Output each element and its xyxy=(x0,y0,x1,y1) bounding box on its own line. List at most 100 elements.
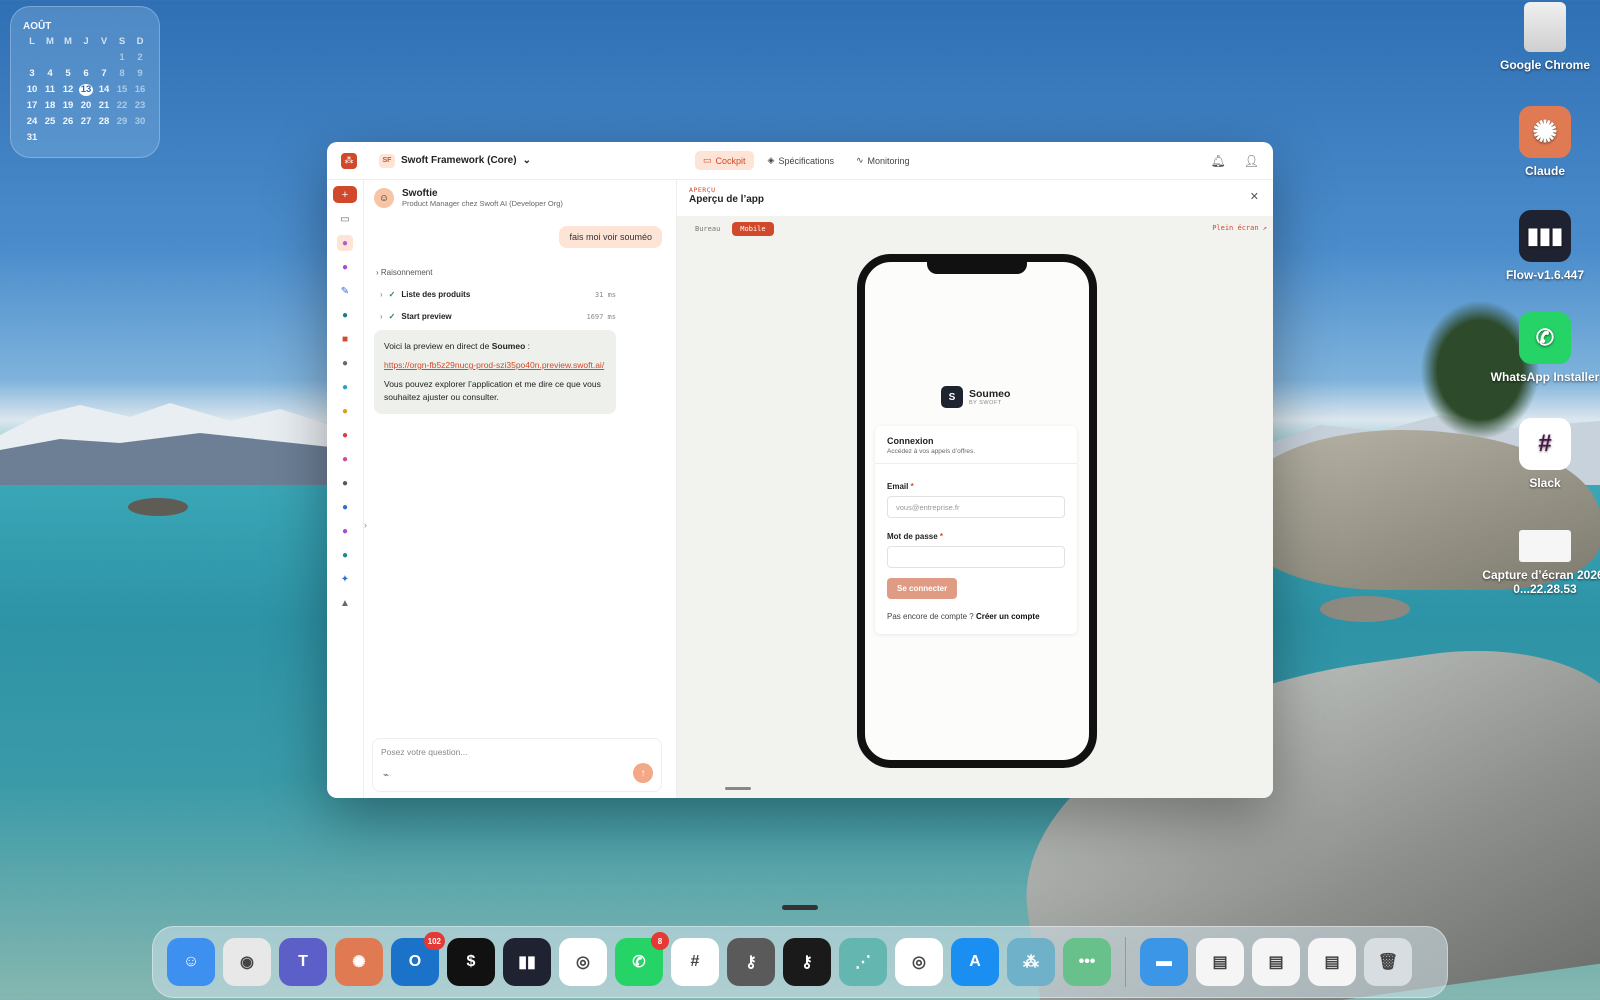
calendar-widget[interactable]: AOÛT L M M J V S D 1 2 3 4 5 6 7 8 9 10 11 12 13 14 15 16 17 18 1… xyxy=(10,6,160,158)
calendar-day[interactable]: 17 xyxy=(23,100,41,112)
calendar-day[interactable]: 19 xyxy=(59,100,77,112)
dock-camera[interactable]: ◉ xyxy=(223,938,271,986)
dock-flow[interactable]: ▮▮ xyxy=(503,938,551,986)
calendar-day[interactable]: 1 xyxy=(113,52,131,64)
desktop-icon-whatsapp[interactable]: ✆ WhatsApp Installer xyxy=(1490,312,1600,384)
calendar-day[interactable]: 13 xyxy=(79,84,93,96)
calendar-day[interactable]: 18 xyxy=(41,100,59,112)
dock-claude[interactable]: ✺ xyxy=(335,938,383,986)
collapse-panel-chevron-icon[interactable]: › xyxy=(364,520,367,530)
dock-slack[interactable]: # xyxy=(671,938,719,986)
calendar-day[interactable]: 16 xyxy=(131,84,149,96)
compass-icon[interactable]: ● xyxy=(337,307,353,323)
close-icon[interactable]: ✕ xyxy=(1250,190,1259,203)
calendar-day[interactable]: 28 xyxy=(95,116,113,128)
chat-input[interactable]: Posez votre question... xyxy=(381,747,653,757)
compass-purple-icon[interactable]: ● xyxy=(337,523,353,539)
dock-window-thumb[interactable]: ▤ xyxy=(1308,938,1356,986)
calendar-day[interactable]: 25 xyxy=(41,116,59,128)
bell-icon[interactable]: 🔔︎ xyxy=(1211,154,1226,168)
desktop-icon-chrome[interactable]: Google Chrome xyxy=(1490,2,1600,72)
desktop-icon-slack[interactable]: # Slack xyxy=(1490,418,1600,490)
calendar-day[interactable]: 24 xyxy=(23,116,41,128)
calendar-day[interactable]: 12 xyxy=(59,84,77,96)
calendar-day[interactable]: 20 xyxy=(77,100,95,112)
email-field[interactable]: vous@entreprise.fr xyxy=(887,496,1065,518)
calendar-day[interactable]: 4 xyxy=(41,68,59,80)
dock-keys[interactable]: ⚷ xyxy=(727,938,775,986)
wrench-icon[interactable]: ✎ xyxy=(337,283,353,299)
tab-monitoring[interactable]: ∿ Monitoring xyxy=(848,151,918,170)
dock-trash[interactable]: 🗑︎ xyxy=(1364,938,1412,986)
desktop-icon-claude[interactable]: ✺ Claude xyxy=(1490,106,1600,178)
palette-red-icon[interactable]: ● xyxy=(337,427,353,443)
dock-folder[interactable]: ▬ xyxy=(1140,938,1188,986)
dock-appstore[interactable]: A xyxy=(951,938,999,986)
desktop-icon-flow[interactable]: ▮▮▮ Flow-v1.6.447 xyxy=(1490,210,1600,282)
calendar-day[interactable]: 30 xyxy=(131,116,149,128)
signup-link[interactable]: Créer un compte xyxy=(976,612,1040,621)
calendar-day[interactable]: 7 xyxy=(95,68,113,80)
tool-step[interactable]: › ✓ Liste des produits 31 ms xyxy=(380,290,616,299)
product-icon[interactable]: ● xyxy=(337,259,353,275)
calendar-day[interactable]: 9 xyxy=(131,68,149,80)
calendar-day[interactable]: 11 xyxy=(41,84,59,96)
dock-finder[interactable]: ☺ xyxy=(167,938,215,986)
calendar-day[interactable]: 2 xyxy=(131,52,149,64)
dock-outlook[interactable]: O 102 xyxy=(391,932,445,986)
calendar-day[interactable]: 3 xyxy=(23,68,41,80)
dock-window-thumb[interactable]: ▤ xyxy=(1196,938,1244,986)
cube-icon[interactable]: ■ xyxy=(337,331,353,347)
calendar-day[interactable]: 29 xyxy=(113,116,131,128)
app-logo-icon[interactable]: ⁂ xyxy=(341,152,357,169)
calendar-day[interactable]: 22 xyxy=(113,100,131,112)
calendar-day[interactable]: 6 xyxy=(77,68,95,80)
desktop-icon-screenshot[interactable]: Capture d’écran 2026-0...22.28.53 xyxy=(1482,530,1600,596)
toggle-desktop[interactable]: Bureau xyxy=(687,222,728,236)
login-button[interactable]: Se connecter xyxy=(887,578,958,599)
toggle-mobile[interactable]: Mobile xyxy=(732,222,774,236)
tab-specifications[interactable]: ◈ Spécifications xyxy=(760,151,842,170)
paperclip-icon[interactable]: ⌁ xyxy=(383,770,389,781)
dock-dots[interactable]: ⋰ xyxy=(839,938,887,986)
dock-chrome[interactable]: ◎ xyxy=(559,938,607,986)
globe-icon[interactable]: ● xyxy=(337,355,353,371)
calendar-day[interactable]: 26 xyxy=(59,116,77,128)
palette-icon[interactable]: ● xyxy=(337,379,353,395)
dock-teams[interactable]: T xyxy=(279,938,327,986)
calendar-day[interactable]: 23 xyxy=(131,100,149,112)
active-chat-icon[interactable]: ● xyxy=(337,235,353,251)
palette-pink-icon[interactable]: ● xyxy=(337,451,353,467)
tool-step[interactable]: › ✓ Start preview 1697 ms xyxy=(380,312,616,321)
fullscreen-link[interactable]: Plein écran ↗ xyxy=(1212,224,1267,232)
calendar-day[interactable]: 10 xyxy=(23,84,41,96)
calendar-day[interactable]: 31 xyxy=(23,132,41,144)
tab-cockpit[interactable]: ▭ Cockpit xyxy=(695,151,754,170)
dock-whatsapp[interactable]: ✆ 8 xyxy=(615,932,669,986)
calendar-day[interactable]: 8 xyxy=(113,68,131,80)
resize-handle[interactable] xyxy=(725,787,751,790)
leaf-icon[interactable]: ● xyxy=(337,403,353,419)
send-button[interactable]: ↑ xyxy=(633,763,653,783)
palette-grey-icon[interactable]: ● xyxy=(337,475,353,491)
palette-teal-icon[interactable]: ● xyxy=(337,547,353,563)
calendar-day[interactable]: 14 xyxy=(95,84,113,96)
new-chat-button[interactable]: + xyxy=(333,186,357,203)
calendar-day[interactable]: 21 xyxy=(95,100,113,112)
password-field[interactable] xyxy=(887,546,1065,568)
dock-swoft[interactable]: ⁂ xyxy=(1007,938,1055,986)
compass-blue-icon[interactable]: ● xyxy=(337,499,353,515)
user-icon[interactable]: 👤︎ xyxy=(1244,154,1259,168)
dock-terminal[interactable]: $ xyxy=(447,938,495,986)
preview-link[interactable]: https://orgn-fb5z29nucg-prod-szi35po40n.… xyxy=(384,360,604,370)
calendar-day[interactable]: 27 xyxy=(77,116,95,128)
sparkle-icon[interactable]: ✦ xyxy=(337,571,353,587)
rocket-icon[interactable]: ▲ xyxy=(337,595,353,611)
reasoning-toggle[interactable]: › Raisonnement xyxy=(376,268,432,277)
dock-ellipsis[interactable]: ••• xyxy=(1063,938,1111,986)
dock-window-thumb[interactable]: ▤ xyxy=(1252,938,1300,986)
messages-icon[interactable]: ▭ xyxy=(337,211,353,227)
dock-chrome[interactable]: ◎ xyxy=(895,938,943,986)
dock-keys-color[interactable]: ⚷ xyxy=(783,938,831,986)
chat-composer[interactable]: Posez votre question... ⌁ ↑ xyxy=(372,738,662,792)
